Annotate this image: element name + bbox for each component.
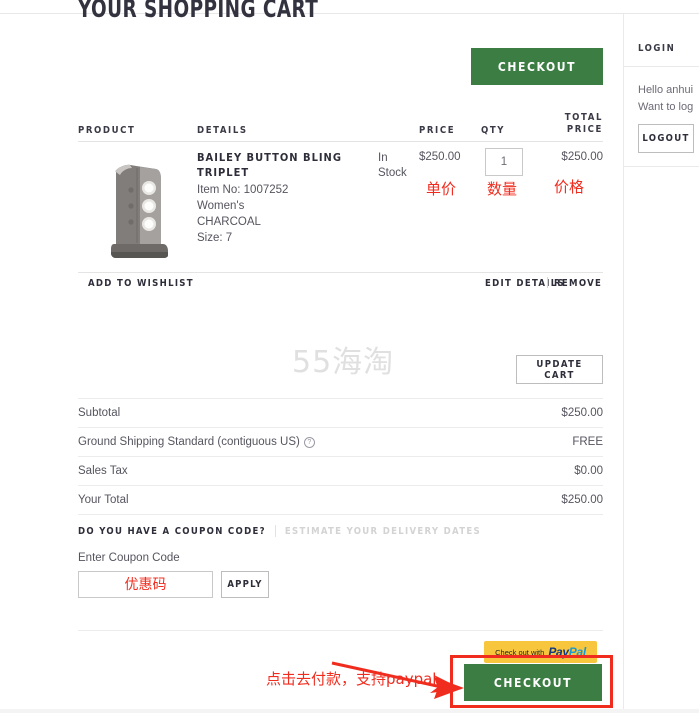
tab-delivery-dates[interactable]: ESTIMATE YOUR DELIVERY DATES xyxy=(285,526,481,537)
quantity-input[interactable] xyxy=(485,148,523,176)
summary-label: Subtotal xyxy=(78,407,121,419)
summary-label: Sales Tax xyxy=(78,465,128,477)
greeting-line-1: Hello anhui xyxy=(638,84,694,96)
summary-row-shipping: Ground Shipping Standard (contiguous US)… xyxy=(78,427,603,456)
summary-value: FREE xyxy=(572,436,603,448)
summary-label-text: Ground Shipping Standard (contiguous US) xyxy=(78,436,300,448)
annotation-quantity: 数量 xyxy=(487,180,518,198)
product-item-number: Item No: 1007252 xyxy=(197,184,289,196)
page-title: YOUR SHOPPING CART xyxy=(78,0,319,23)
main-column: YOUR SHOPPING CART CHECKOUT PRODUCT DETA… xyxy=(0,0,622,713)
action-separator xyxy=(547,277,548,288)
page-bottom-edge xyxy=(0,709,699,713)
logout-button[interactable]: LOGOUT xyxy=(638,124,694,153)
annotation-price: 价格 xyxy=(554,178,585,196)
column-header-qty: QTY xyxy=(481,125,506,136)
summary-value: $250.00 xyxy=(561,407,603,419)
grey-bling-boot-icon xyxy=(100,148,178,270)
update-cart-button[interactable]: UPDATE CART xyxy=(516,355,603,384)
coupon-tabs: DO YOU HAVE A COUPON CODE? ESTIMATE YOUR… xyxy=(78,525,603,537)
remove-link[interactable]: REMOVE xyxy=(554,278,602,289)
annotation-checkout-note: 点击去付款，支持paypal xyxy=(266,670,437,688)
summary-row-subtotal: Subtotal $250.00 xyxy=(78,398,603,427)
help-icon[interactable]: ? xyxy=(303,436,315,448)
product-stock-status: In Stock xyxy=(378,152,407,179)
checkout-button-top[interactable]: CHECKOUT xyxy=(471,48,603,85)
tab-separator xyxy=(274,525,276,537)
summary-row-total: Your Total $250.00 xyxy=(78,485,603,515)
column-header-details: DETAILS xyxy=(197,125,248,136)
apply-coupon-button[interactable]: APPLY xyxy=(221,571,269,598)
bottom-divider xyxy=(78,630,603,631)
order-summary: Subtotal $250.00 Ground Shipping Standar… xyxy=(78,398,603,515)
column-header-total-price: TOTAL PRICE xyxy=(562,112,603,136)
header-divider xyxy=(78,141,603,142)
coupon-input-row: APPLY xyxy=(78,571,603,598)
sidebar-title-login: LOGIN xyxy=(638,43,676,54)
coupon-input[interactable] xyxy=(78,571,213,598)
row-divider xyxy=(78,272,603,273)
summary-label: Your Total xyxy=(78,494,129,506)
edit-details-link[interactable]: EDIT DETAILS xyxy=(485,278,565,289)
column-header-total-line1: TOTAL xyxy=(564,112,603,123)
summary-row-tax: Sales Tax $0.00 xyxy=(78,456,603,485)
sidebar-divider-bottom xyxy=(624,166,699,167)
annotation-unit-price: 单价 xyxy=(426,180,457,198)
coupon-section: DO YOU HAVE A COUPON CODE? ESTIMATE YOUR… xyxy=(78,525,603,598)
paypal-prefix-text: Check out with xyxy=(495,647,545,657)
summary-label: Ground Shipping Standard (contiguous US)… xyxy=(78,436,315,448)
paypal-logo: PayPal xyxy=(548,645,586,659)
tab-coupon-code[interactable]: DO YOU HAVE A COUPON CODE? xyxy=(78,526,266,537)
product-details: BAILEY BUTTON BLING TRIPLET Item No: 100… xyxy=(197,150,397,246)
add-to-wishlist-link[interactable]: ADD TO WISHLIST xyxy=(88,278,194,289)
product-name[interactable]: BAILEY BUTTON BLING TRIPLET xyxy=(197,150,347,180)
sidebar-greeting: Hello anhui Want to log xyxy=(638,82,699,116)
cart-table-header: PRODUCT DETAILS PRICE QTY TOTAL PRICE xyxy=(78,100,603,140)
column-header-total-line2: PRICE xyxy=(566,124,603,135)
sidebar-divider-top xyxy=(624,66,699,67)
product-color: CHARCOAL xyxy=(197,216,261,228)
coupon-field-label: Enter Coupon Code xyxy=(78,552,180,564)
column-header-product: PRODUCT xyxy=(78,125,136,136)
site-watermark: 55海淘 xyxy=(292,345,395,380)
column-header-price: PRICE xyxy=(419,125,456,136)
product-unit-price: $250.00 xyxy=(419,151,461,163)
checkout-button-bottom[interactable]: CHECKOUT xyxy=(464,664,602,701)
product-gender: Women's xyxy=(197,200,245,212)
summary-value: $0.00 xyxy=(574,465,603,477)
greeting-line-2: Want to log xyxy=(638,101,694,113)
shopping-cart-page: YOUR SHOPPING CART CHECKOUT PRODUCT DETA… xyxy=(0,0,699,713)
product-total-price: $250.00 xyxy=(561,151,603,163)
login-sidebar: LOGIN Hello anhui Want to log LOGOUT xyxy=(623,14,699,713)
summary-value: $250.00 xyxy=(561,494,603,506)
product-size: Size: 7 xyxy=(197,232,233,244)
paypal-checkout-button[interactable]: Check out with PayPal xyxy=(484,641,597,663)
product-thumbnail[interactable] xyxy=(100,148,178,270)
